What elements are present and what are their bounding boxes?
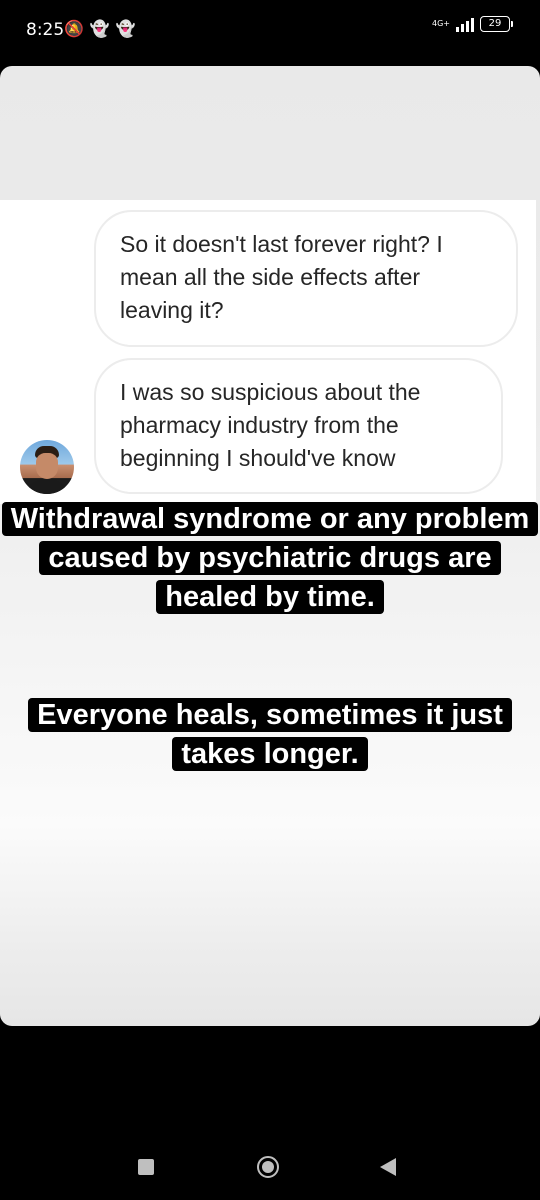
status-bar: 8:25 🔕 👻 👻 4G+ 29: [0, 0, 540, 62]
signal-icon: [456, 16, 474, 32]
mute-icon: 🔕: [64, 21, 84, 38]
message-bubble: So it doesn't last forever right? I mean…: [94, 210, 518, 347]
caption-line: Withdrawal syndrome or any problem cause…: [1, 502, 539, 614]
chat-screenshot: So it doesn't last forever right? I mean…: [0, 200, 536, 504]
caption-line: Everyone heals, sometimes it just takes …: [28, 698, 512, 771]
story-card[interactable]: So it doesn't last forever right? I mean…: [0, 66, 540, 1026]
recents-icon[interactable]: [138, 1159, 154, 1175]
home-icon[interactable]: [257, 1156, 279, 1178]
back-icon[interactable]: [380, 1158, 396, 1176]
network-type: 4G+: [432, 19, 450, 28]
battery-icon: 29: [480, 16, 513, 32]
avatar: [20, 440, 74, 494]
message-bubble: I was so suspicious about the pharmacy i…: [94, 358, 503, 494]
status-time: 8:25: [26, 20, 65, 40]
notification-icons: 🔕 👻 👻: [64, 19, 136, 39]
caption-text: Withdrawal syndrome or any problem cause…: [0, 500, 540, 617]
caption-text: Everyone heals, sometimes it just takes …: [0, 696, 540, 774]
snapchat-icon: 👻: [89, 21, 110, 38]
navigation-bar: [0, 1120, 540, 1200]
snapchat-icon: 👻: [115, 21, 136, 38]
system-icons: 4G+ 29: [432, 16, 513, 32]
